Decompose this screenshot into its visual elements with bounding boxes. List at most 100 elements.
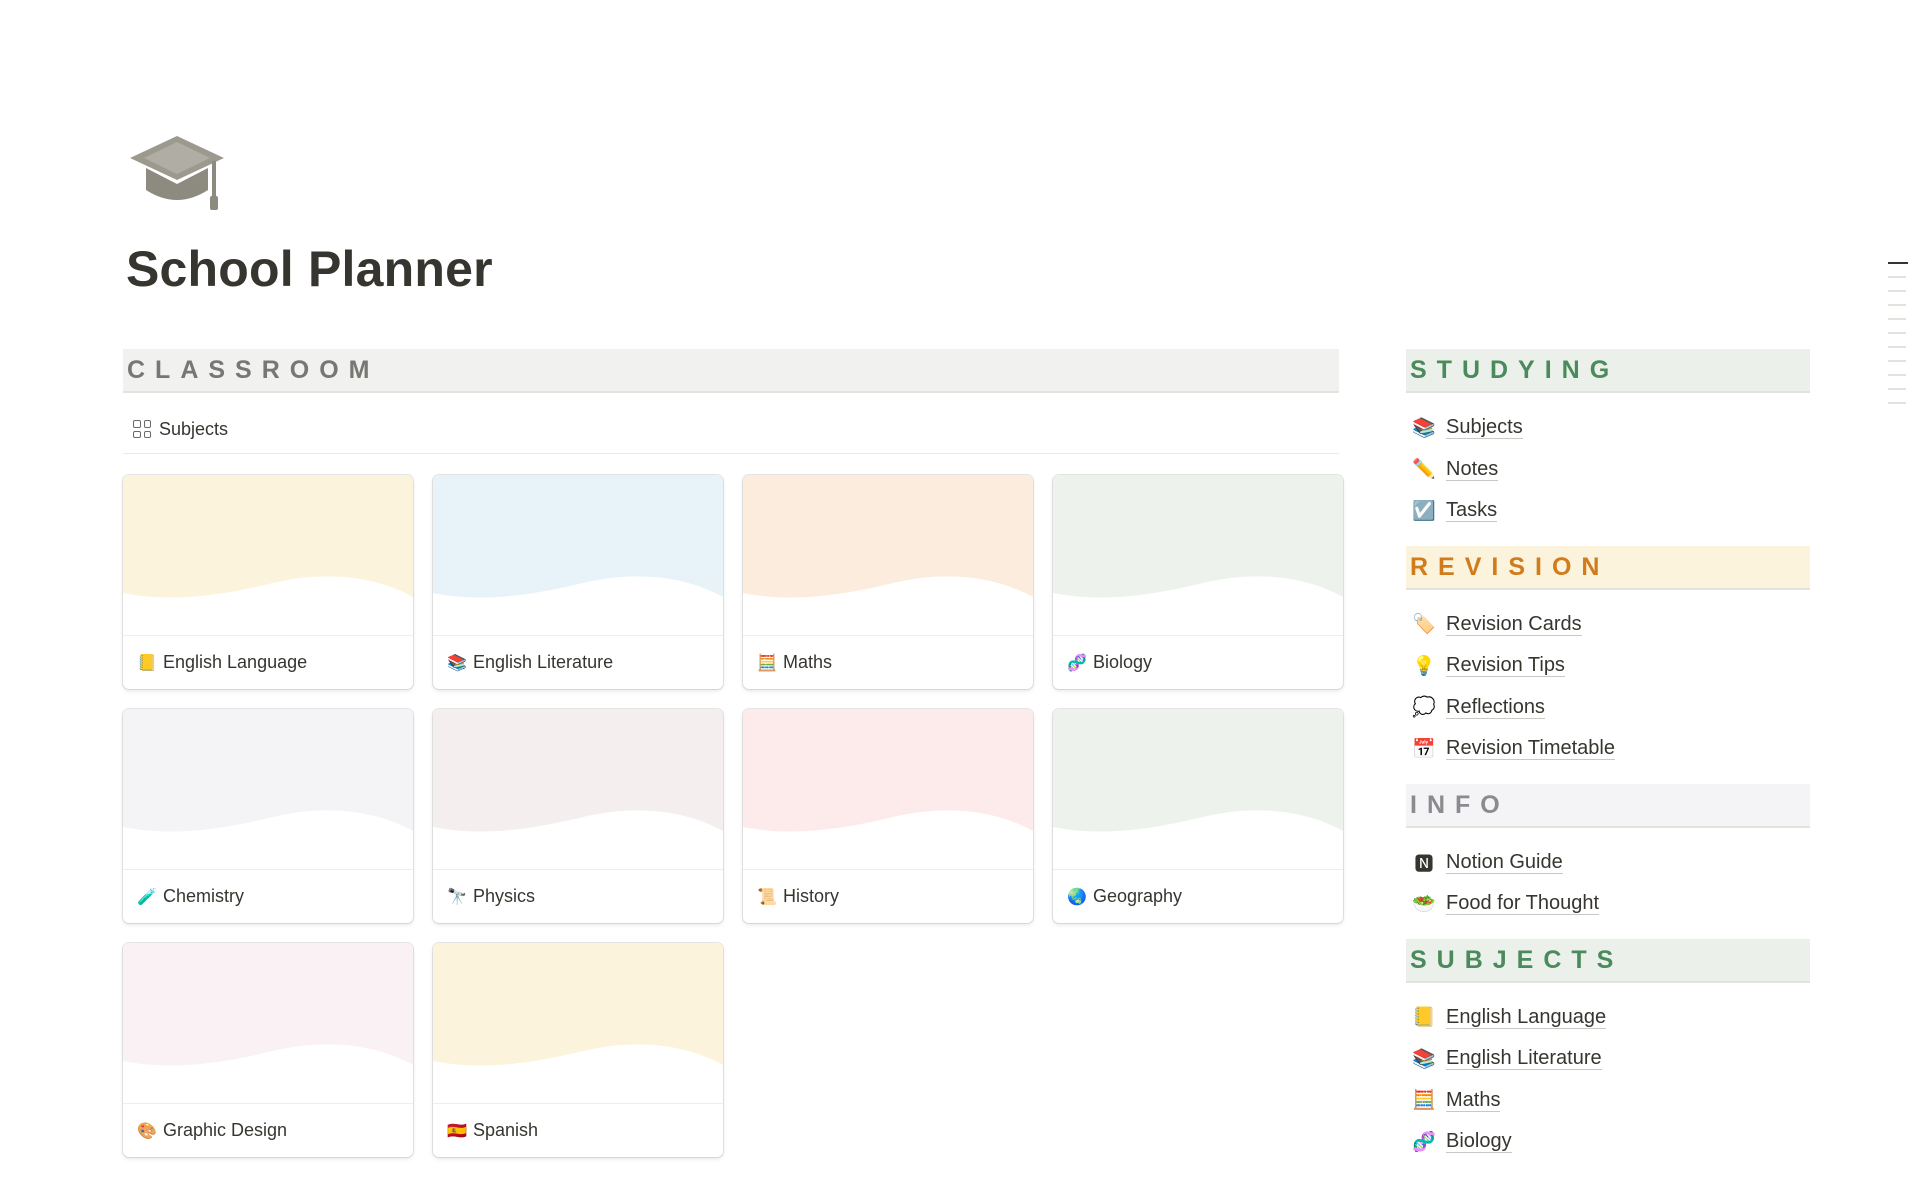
subject-emoji-icon: 📚 xyxy=(447,654,467,672)
link-label[interactable]: Biology xyxy=(1446,1130,1512,1154)
table-of-contents[interactable] xyxy=(1888,262,1908,416)
link-item[interactable]: 🏷️ Revision Cards xyxy=(1406,604,1810,646)
card-label: 🌏 Geography xyxy=(1053,870,1343,923)
card-title: Maths xyxy=(783,652,833,672)
toc-line[interactable] xyxy=(1888,332,1906,334)
link-item[interactable]: ☑️ Tasks xyxy=(1406,490,1810,532)
subject-card[interactable]: 📒 English Language xyxy=(123,475,413,689)
cover-wave xyxy=(1053,709,1343,832)
link-label[interactable]: Reflections xyxy=(1446,696,1545,719)
card-cover xyxy=(123,709,413,870)
link-emoji-icon: 🏷️ xyxy=(1412,614,1436,636)
subject-card[interactable]: 🇪🇸 Spanish xyxy=(433,943,723,1157)
subject-emoji-icon: 🧪 xyxy=(137,888,157,906)
card-label: 🧪 Chemistry xyxy=(123,870,413,923)
link-emoji-icon: 🥗 xyxy=(1412,893,1436,915)
link-label[interactable]: Notes xyxy=(1446,458,1499,481)
card-cover xyxy=(743,475,1033,636)
card-title: Physics xyxy=(473,886,536,906)
subjects-header: SUBJECTS xyxy=(1406,938,1810,983)
link-item[interactable]: 🧮 Maths xyxy=(1406,1080,1810,1122)
view-tab-subjects[interactable]: Subjects xyxy=(123,405,1339,454)
subject-card[interactable]: 🔭 Physics xyxy=(433,709,723,923)
card-cover xyxy=(1053,709,1343,870)
studying-list: 📚 Subjects ✏️ Notes ☑️ Tasks xyxy=(1406,393,1810,546)
toc-line[interactable] xyxy=(1888,346,1906,348)
subject-card[interactable]: 🧬 Biology xyxy=(1053,475,1343,689)
classroom-header: CLASSROOM xyxy=(123,349,1339,393)
cover-wave xyxy=(123,709,413,832)
toc-line[interactable] xyxy=(1888,388,1906,390)
card-cover xyxy=(123,475,413,636)
toc-line[interactable] xyxy=(1888,276,1906,278)
link-item[interactable]: 📚 English Literature xyxy=(1406,1038,1810,1080)
subject-emoji-icon: 📜 xyxy=(757,888,777,906)
toc-line[interactable] xyxy=(1888,374,1906,376)
link-emoji-icon: 💭 xyxy=(1412,697,1436,719)
cover-wave xyxy=(433,709,723,832)
link-item[interactable]: 📒 English Language xyxy=(1406,997,1810,1039)
subject-card[interactable]: 📜 History xyxy=(743,709,1033,923)
card-label: 📚 English Literature xyxy=(433,636,723,689)
card-cover xyxy=(743,709,1033,870)
toc-line[interactable] xyxy=(1888,360,1906,362)
view-tab-label: Subjects xyxy=(159,418,229,439)
link-label[interactable]: Revision Timetable xyxy=(1446,737,1615,761)
link-item[interactable]: 💡 Revision Tips xyxy=(1406,645,1810,687)
subject-card[interactable]: 🧪 Chemistry xyxy=(123,709,413,923)
card-title: History xyxy=(783,886,840,906)
subject-card[interactable]: 🎨 Graphic Design xyxy=(123,943,413,1157)
link-item[interactable]: ✏️ Notes xyxy=(1406,449,1810,491)
toc-line[interactable] xyxy=(1888,402,1906,404)
link-label[interactable]: Revision Cards xyxy=(1446,613,1582,636)
toc-line[interactable] xyxy=(1888,262,1908,264)
link-item[interactable]: 📚 Subjects xyxy=(1406,407,1810,449)
toc-line[interactable] xyxy=(1888,290,1906,292)
card-label: 🧮 Maths xyxy=(743,636,1033,689)
card-title: Spanish xyxy=(473,1120,539,1140)
gallery-grid-icon xyxy=(133,420,151,438)
link-label[interactable]: Maths xyxy=(1446,1089,1501,1112)
link-label[interactable]: English Literature xyxy=(1446,1047,1602,1071)
subject-card[interactable]: 🧮 Maths xyxy=(743,475,1033,689)
graduation-cap-icon[interactable] xyxy=(126,128,228,214)
toc-line[interactable] xyxy=(1888,304,1906,306)
link-emoji-icon: 🧬 xyxy=(1412,1131,1436,1153)
sidebar-links: STUDYING 📚 Subjects ✏️ Notes ☑️ Tasks REVISIO… xyxy=(1406,349,1810,1177)
subject-emoji-icon: 🇪🇸 xyxy=(447,1122,467,1140)
link-emoji-icon: 📚 xyxy=(1412,417,1436,439)
cover-wave xyxy=(123,475,413,598)
link-item[interactable]: 🅽 Notion Guide xyxy=(1406,842,1810,884)
link-label[interactable]: Subjects xyxy=(1446,416,1523,440)
revision-header: REVISION xyxy=(1406,545,1810,590)
subjects-list: 📒 English Language 📚 English Literature 🧮 Mat… xyxy=(1406,983,1810,1177)
subject-card[interactable]: 🌏 Geography xyxy=(1053,709,1343,923)
card-title: Biology xyxy=(1093,652,1153,672)
card-label: 🔭 Physics xyxy=(433,870,723,923)
link-item[interactable]: 💭 Reflections xyxy=(1406,687,1810,729)
card-label: 📜 History xyxy=(743,870,1033,923)
cover-wave xyxy=(1053,475,1343,598)
toc-line[interactable] xyxy=(1888,318,1906,320)
link-label[interactable]: Notion Guide xyxy=(1446,851,1563,874)
cover-wave xyxy=(123,943,413,1066)
subject-emoji-icon: 🎨 xyxy=(137,1122,157,1140)
page-title: School Planner xyxy=(126,241,493,297)
link-item[interactable]: 🥗 Food for Thought xyxy=(1406,883,1810,925)
link-label[interactable]: Revision Tips xyxy=(1446,654,1565,678)
card-cover xyxy=(433,943,723,1104)
link-item[interactable]: 🧬 Biology xyxy=(1406,1121,1810,1163)
link-emoji-icon: 📒 xyxy=(1412,1007,1436,1029)
link-emoji-icon: 📅 xyxy=(1412,738,1436,760)
link-label[interactable]: English Language xyxy=(1446,1006,1607,1029)
card-title: English Language xyxy=(163,652,308,672)
studying-header: STUDYING xyxy=(1406,349,1810,393)
subject-card[interactable]: 📚 English Literature xyxy=(433,475,723,689)
link-item[interactable]: 📅 Revision Timetable xyxy=(1406,728,1810,770)
link-label[interactable]: Food for Thought xyxy=(1446,892,1600,916)
card-label: 🧬 Biology xyxy=(1053,636,1343,689)
link-emoji-icon: 💡 xyxy=(1412,655,1436,677)
link-label[interactable]: Tasks xyxy=(1446,499,1498,523)
subject-emoji-icon: 🌏 xyxy=(1067,888,1087,906)
subject-emoji-icon: 🧬 xyxy=(1067,654,1087,672)
